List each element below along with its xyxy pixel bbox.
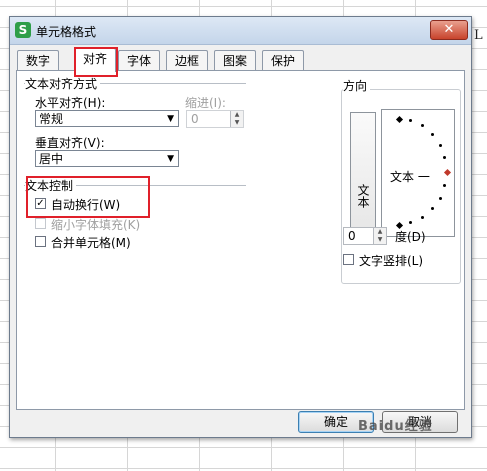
spin-up-icon: ▲ [234,111,240,118]
tab-border[interactable]: 边框 [166,50,208,71]
tab-font[interactable]: 字体 [118,50,160,71]
dial-dot [438,196,442,200]
wrap-text-highlight-box [26,176,150,218]
indent-value: 0 [191,112,199,126]
close-button[interactable]: ✕ [430,20,468,40]
tab-pattern[interactable]: 图案 [214,50,256,71]
spin-down-icon: ▼ [234,119,240,126]
indent-spinner[interactable]: 0 ▲ ▼ [186,110,244,128]
horizontal-align-value: 常规 [39,112,64,126]
indent-spin-buttons[interactable]: ▲ ▼ [230,111,243,127]
degrees-value: 0 [348,229,356,243]
degrees-spinner[interactable]: 0 ▲ ▼ [343,227,387,245]
spin-down-icon: ▼ [377,236,383,243]
shrink-to-fit-checkbox[interactable] [35,218,46,229]
close-icon: ✕ [443,22,455,37]
horizontal-align-label: 水平对齐(H): [35,96,106,110]
degrees-spin-buttons[interactable]: ▲ ▼ [373,228,386,244]
vertical-text-label: 文本 [356,184,370,208]
column-header-letter: L [474,28,483,43]
merge-cells-label[interactable]: 合并单元格(M) [51,234,131,251]
vertical-align-value: 居中 [39,152,64,166]
dialog-titlebar[interactable]: S 单元格格式 ✕ [10,17,471,45]
vertical-align-label: 垂直对齐(V): [35,136,105,150]
dial-dot [438,143,442,147]
stack-text-label[interactable]: 文字竖排(L) [359,252,423,269]
vertical-text-button[interactable]: 文本 [350,112,376,237]
vertical-align-select[interactable]: 居中 ▼ [35,150,179,167]
dial-text: 文本 一 [390,170,430,184]
degrees-label: 度(D) [395,230,426,244]
tab-protection[interactable]: 保护 [262,50,304,71]
watermark: Baidu经验 [358,419,433,434]
dial-dot [430,132,434,136]
chevron-down-icon: ▼ [167,154,174,164]
alignment-group-title: 文本对齐方式 [25,75,101,92]
format-cells-dialog: S 单元格格式 ✕ 数字 对齐 字体 边框 图案 保护 文本对齐方式 水平对齐(… [9,16,472,438]
orientation-group-title: 方向 [343,77,371,94]
chevron-down-icon: ▼ [167,114,174,124]
merge-cells-checkbox[interactable] [35,236,46,247]
wps-app-icon: S [15,22,31,38]
shrink-to-fit-label[interactable]: 缩小字体填充(K) [51,216,140,233]
spin-up-icon: ▲ [377,228,383,235]
stack-text-checkbox[interactable] [343,254,354,265]
tab-highlight-box [74,47,118,77]
dialog-title: 单元格格式 [36,25,97,39]
indent-label: 缩进(I): [185,96,226,110]
dial-dot [421,215,424,219]
tab-number[interactable]: 数字 [17,50,59,71]
horizontal-align-select[interactable]: 常规 ▼ [35,110,179,127]
